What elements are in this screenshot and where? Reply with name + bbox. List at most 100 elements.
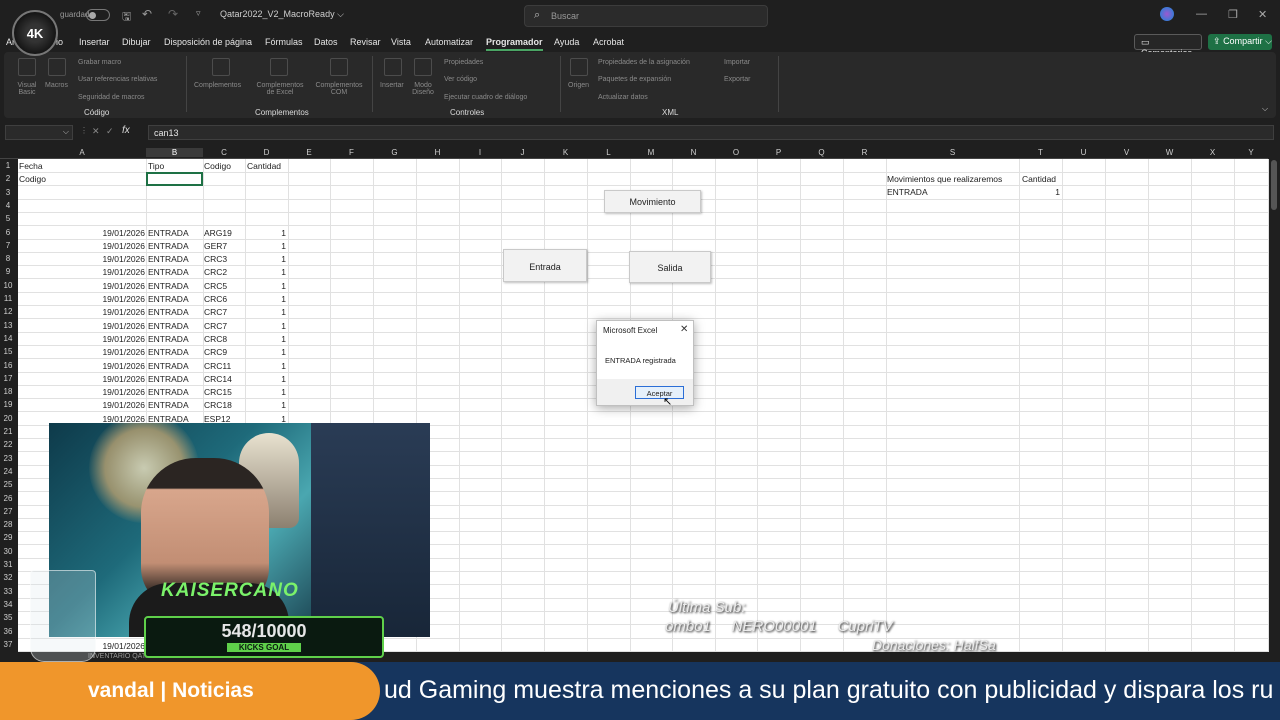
column-header[interactable]: D [245, 148, 288, 157]
insert-control-icon[interactable] [384, 58, 402, 76]
column-header[interactable]: J [501, 148, 544, 157]
record-cell-codigo[interactable]: CRC7 [204, 307, 244, 317]
row-header[interactable]: 23 [0, 454, 16, 463]
excel-addins-icon[interactable] [270, 58, 288, 76]
row-header[interactable]: 29 [0, 533, 16, 542]
menu-vista[interactable]: Vista [391, 37, 411, 47]
design-mode-label[interactable]: Modo Diseño [410, 82, 436, 96]
row-header[interactable]: 37 [0, 640, 16, 649]
macro-security-button[interactable]: Seguridad de macros [78, 94, 145, 101]
record-cell-fecha[interactable]: 19/01/2026 [19, 361, 145, 371]
record-cell-tipo[interactable]: ENTRADA [148, 267, 202, 277]
column-header[interactable]: E [288, 148, 330, 157]
column-header[interactable]: O [715, 148, 757, 157]
active-cell-b2[interactable] [146, 172, 203, 186]
save-icon[interactable]: 🖫 [122, 8, 131, 27]
record-cell-cantidad[interactable]: 1 [247, 361, 286, 371]
column-header[interactable]: P [757, 148, 800, 157]
record-macro-button[interactable]: Grabar macro [78, 59, 121, 66]
row-header[interactable]: 33 [0, 587, 16, 596]
name-box[interactable]: ⌵ [5, 125, 73, 140]
record-cell-tipo[interactable]: ENTRADA [148, 228, 202, 238]
record-cell-fecha[interactable]: 19/01/2026 [19, 281, 145, 291]
record-cell-fecha[interactable]: 19/01/2026 [19, 334, 145, 344]
row-header[interactable]: 34 [0, 600, 16, 609]
map-properties-button[interactable]: Propiedades de la asignación [598, 59, 690, 66]
view-code-button[interactable]: Ver código [444, 76, 477, 83]
movimiento-button[interactable]: Movimiento [604, 190, 701, 213]
import-button[interactable]: Importar [724, 59, 750, 66]
record-cell-codigo[interactable]: GER7 [204, 241, 244, 251]
properties-button[interactable]: Propiedades [444, 59, 483, 66]
expansion-packs-button[interactable]: Paquetes de expansión [598, 76, 671, 83]
record-cell-cantidad[interactable]: 1 [247, 387, 286, 397]
record-cell-codigo[interactable]: CRC3 [204, 254, 244, 264]
macros-label[interactable]: Macros [45, 82, 68, 89]
record-cell-cantidad[interactable]: 1 [247, 347, 286, 357]
record-cell-tipo[interactable]: ENTRADA [148, 387, 202, 397]
record-cell-tipo[interactable]: ENTRADA [148, 400, 202, 410]
column-header[interactable]: K [544, 148, 587, 157]
enter-icon[interactable]: ✓ [106, 126, 114, 137]
menu-disposicion[interactable]: Disposición de página [164, 37, 252, 47]
cell-t3[interactable]: 1 [1022, 187, 1060, 197]
record-cell-fecha[interactable]: 19/01/2026 [19, 387, 145, 397]
row-header[interactable]: 3 [0, 188, 16, 197]
row-header[interactable]: 19 [0, 400, 16, 409]
row-header[interactable]: 17 [0, 374, 16, 383]
run-dialog-button[interactable]: Ejecutar cuadro de diálogo [444, 94, 527, 101]
relative-refs-button[interactable]: Usar referencias relativas [78, 76, 157, 83]
row-header[interactable]: 15 [0, 347, 16, 356]
column-header[interactable]: H [416, 148, 459, 157]
record-cell-codigo[interactable]: CRC14 [204, 374, 244, 384]
cell-c1[interactable]: Codigo [204, 161, 231, 171]
row-header[interactable]: 31 [0, 560, 16, 569]
row-header[interactable]: 22 [0, 440, 16, 449]
cell-a2[interactable]: Codigo [19, 174, 46, 184]
menu-dibujar[interactable]: Dibujar [122, 37, 151, 47]
record-cell-fecha[interactable]: 19/01/2026 [19, 228, 145, 238]
cell-s3[interactable]: ENTRADA [887, 187, 928, 197]
vertical-scrollbar[interactable] [1268, 146, 1280, 652]
column-header[interactable]: G [373, 148, 416, 157]
column-header[interactable]: Q [800, 148, 843, 157]
row-header[interactable]: 14 [0, 334, 16, 343]
share-button[interactable]: ⇪ Compartir ⌵ [1208, 34, 1272, 50]
minimize-icon[interactable]: — [1196, 8, 1207, 20]
record-cell-cantidad[interactable]: 1 [247, 254, 286, 264]
row-header[interactable]: 26 [0, 494, 16, 503]
record-cell-fecha[interactable]: 19/01/2026 [19, 241, 145, 251]
record-cell-cantidad[interactable]: 1 [247, 228, 286, 238]
record-cell-codigo[interactable]: CRC18 [204, 400, 244, 410]
row-header[interactable]: 20 [0, 414, 16, 423]
menu-programador[interactable]: Programador [486, 37, 543, 51]
record-cell-codigo[interactable]: CRC2 [204, 267, 244, 277]
chevron-down-icon[interactable]: ⌵ [63, 127, 69, 137]
record-cell-codigo[interactable]: CRC7 [204, 321, 244, 331]
record-cell-fecha[interactable]: 19/01/2026 [19, 307, 145, 317]
record-cell-tipo[interactable]: ENTRADA [148, 294, 202, 304]
visual-basic-icon[interactable] [18, 58, 36, 76]
row-header[interactable]: 9 [0, 267, 16, 276]
column-header[interactable]: Y [1234, 148, 1268, 157]
macros-icon[interactable] [48, 58, 66, 76]
menu-insertar[interactable]: Insertar [79, 37, 110, 47]
column-header[interactable]: B [146, 148, 203, 157]
row-header[interactable]: 13 [0, 321, 16, 330]
row-header[interactable]: 2 [0, 174, 16, 183]
formula-input[interactable]: can13 [148, 125, 1274, 140]
cell-s2[interactable]: Movimientos que realizaremos [887, 174, 1002, 184]
row-header[interactable]: 27 [0, 507, 16, 516]
record-cell-cantidad[interactable]: 1 [247, 374, 286, 384]
record-cell-tipo[interactable]: ENTRADA [148, 374, 202, 384]
record-cell-cantidad[interactable]: 1 [247, 321, 286, 331]
record-cell-tipo[interactable]: ENTRADA [148, 281, 202, 291]
source-label[interactable]: Origen [568, 82, 589, 89]
record-cell-tipo[interactable]: ENTRADA [148, 334, 202, 344]
record-cell-cantidad[interactable]: 1 [247, 241, 286, 251]
column-header[interactable]: X [1191, 148, 1234, 157]
source-icon[interactable] [570, 58, 588, 76]
menu-datos[interactable]: Datos [314, 37, 338, 47]
options-icon[interactable]: ⋮ [80, 126, 88, 135]
addins-icon[interactable] [212, 58, 230, 76]
